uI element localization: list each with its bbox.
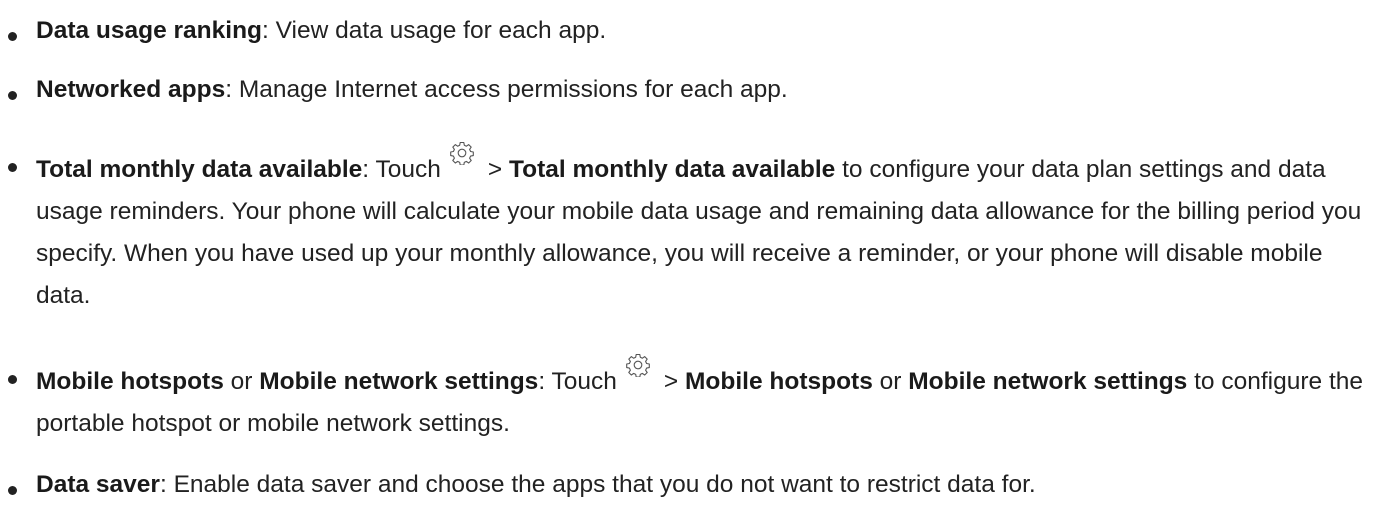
item-term: Networked apps: [36, 76, 226, 103]
list-item-text: Networked apps: Manage Internet access p…: [36, 69, 1381, 111]
item-description: : Manage Internet access permissions for…: [225, 76, 788, 103]
item-term: Mobile hotspots: [36, 368, 224, 395]
bullet-dot: [8, 486, 17, 495]
bullet-dot: [8, 163, 17, 172]
gear-icon: [626, 353, 650, 377]
or-text: or: [230, 368, 253, 395]
item-description: : Enable data saver and choose the apps …: [159, 471, 1036, 498]
item-action-secondary: Mobile network settings: [908, 368, 1188, 395]
item-action: Total monthly data available: [508, 156, 836, 183]
item-term: Total monthly data available: [36, 156, 363, 183]
or-text: or: [879, 368, 902, 395]
bullet-dot: [8, 32, 17, 41]
item-term: Data usage ranking: [36, 17, 263, 44]
list-item-text: Data usage ranking: View data usage for …: [36, 10, 1381, 52]
document-page: Data usage ranking: View data usage for …: [0, 0, 1383, 499]
bullet-dot: [8, 375, 17, 384]
gear-icon: [450, 141, 474, 165]
list-item-text: Total monthly data available: Touch > Tot…: [36, 141, 1381, 317]
list-item-text: Mobile hotspots or Mobile network settin…: [36, 353, 1381, 445]
arrow-glyph: >: [487, 156, 503, 183]
bullet-dot: [8, 91, 17, 100]
item-description: : View data usage for each app.: [262, 17, 607, 44]
item-action: Mobile hotspots: [685, 368, 873, 395]
list-item-text: Data saver: Enable data saver and choose…: [36, 464, 1381, 506]
item-term: Data saver: [36, 471, 160, 498]
arrow-glyph: >: [663, 368, 679, 395]
item-term-secondary: Mobile network settings: [259, 368, 539, 395]
item-mid-text: : Touch: [538, 368, 617, 395]
item-mid-text: : Touch: [362, 156, 441, 183]
